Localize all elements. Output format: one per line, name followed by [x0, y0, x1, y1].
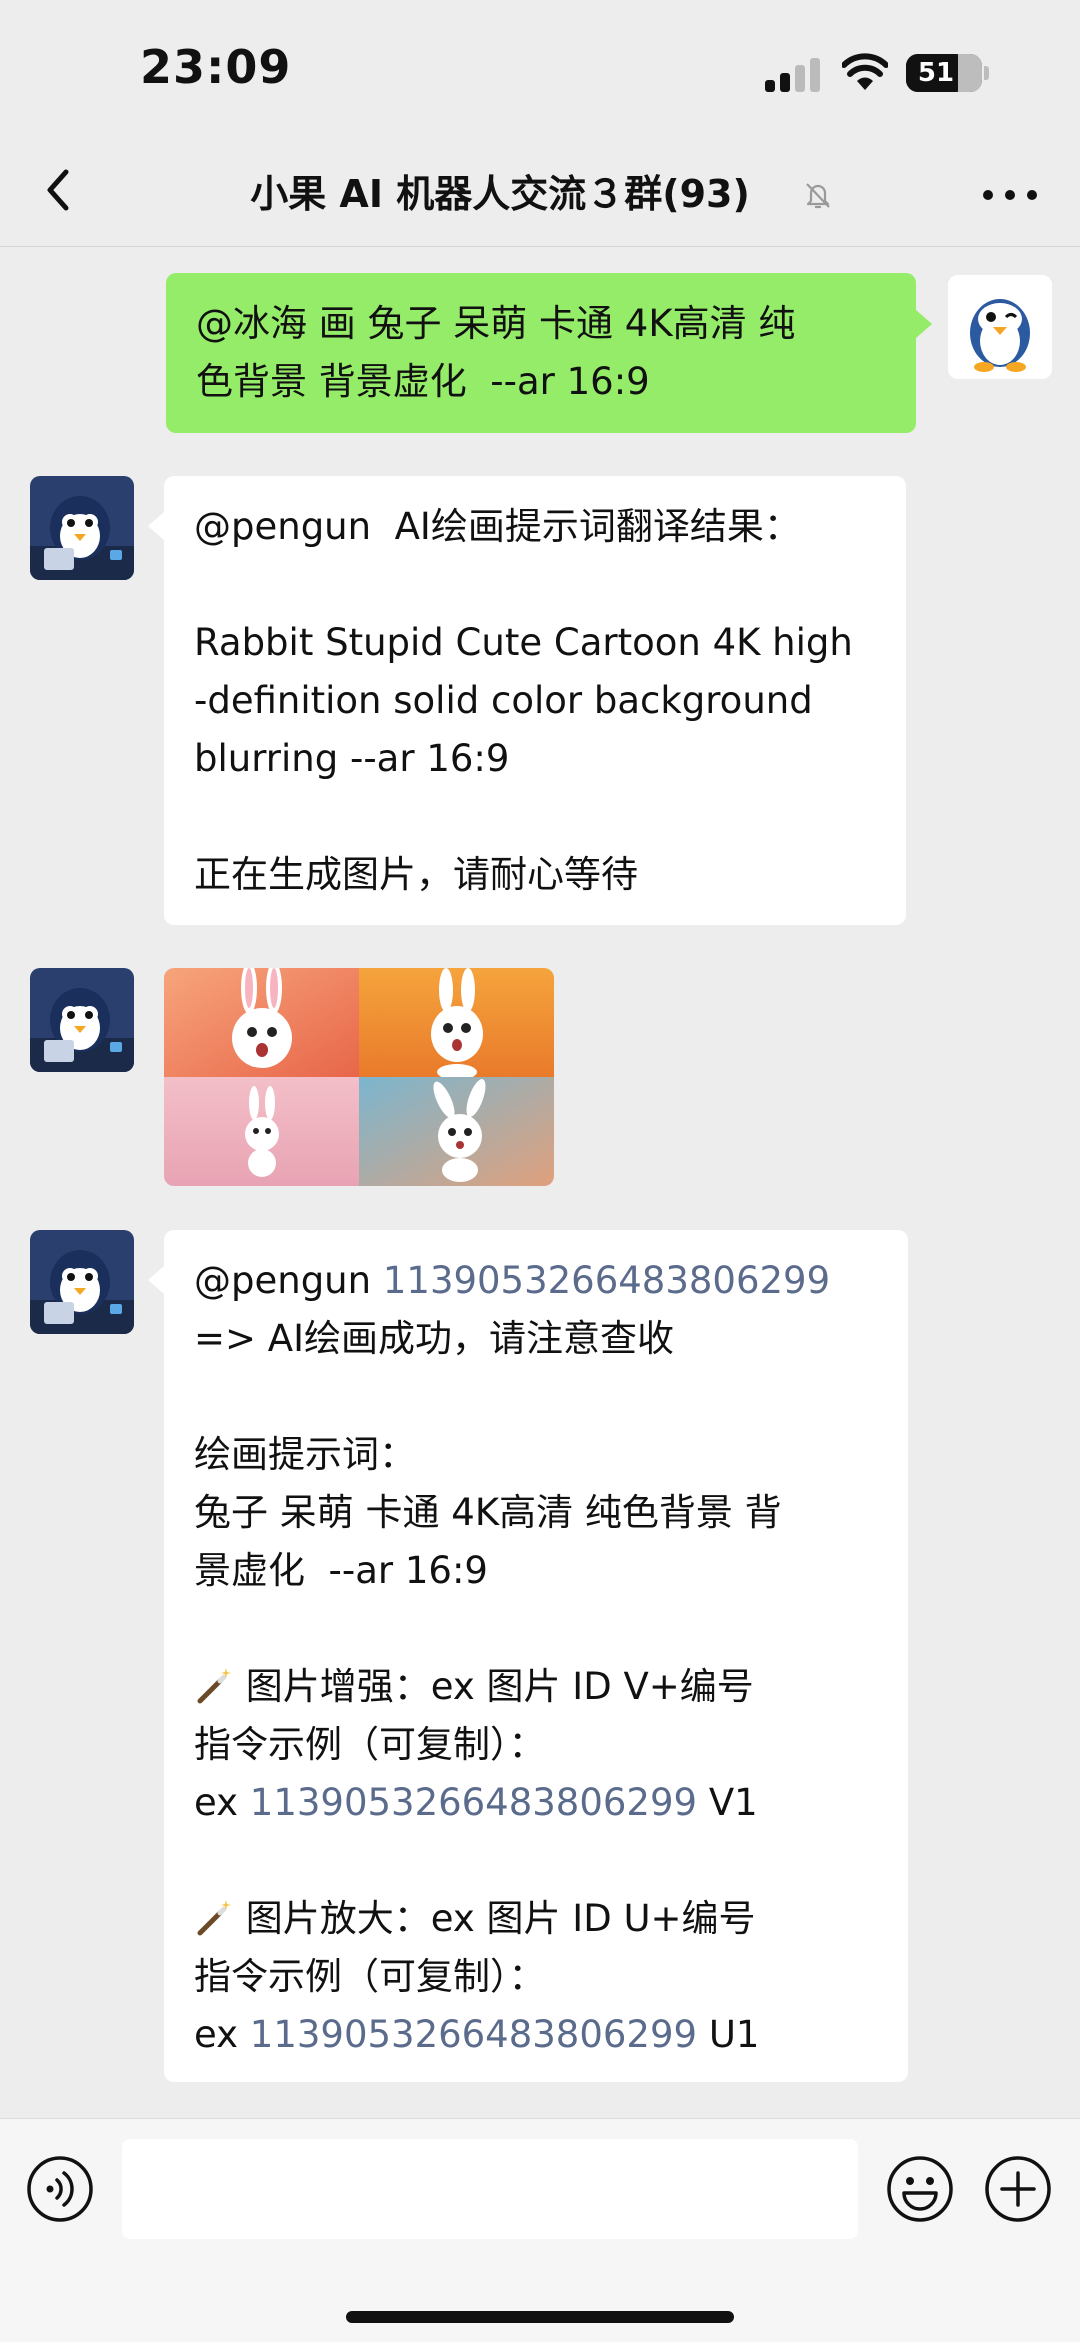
message-bubble-incoming[interactable]: @pengun 1139053266483806299 => AI绘画成功，请注…	[164, 1230, 908, 2082]
bubble-tail	[916, 310, 932, 338]
bell-slash-icon	[806, 183, 830, 209]
command-prefix: ex	[194, 1781, 250, 1824]
battery-level: 51	[917, 58, 955, 88]
message-bubble-outgoing[interactable]: @冰海 画 兔子 呆萌 卡通 4K高清 纯 色背景 背景虚化 --ar 16:9	[166, 273, 916, 433]
rabbit-image-4	[359, 1077, 554, 1186]
battery-indicator: 51	[906, 54, 982, 92]
rabbit-image-1	[164, 968, 359, 1077]
message-line: @冰海 画 兔子 呆萌 卡通 4K高清 纯	[196, 302, 796, 345]
wifi-icon	[842, 53, 888, 90]
message-line: => AI绘画成功，请注意查收	[194, 1317, 674, 1360]
message-line: ex 1139053266483806299 V1	[194, 1774, 878, 1832]
message-line: 图片增强：ex 图片 ID V+编号	[194, 1658, 878, 1716]
chevron-left-icon[interactable]	[30, 160, 90, 220]
image-id-link[interactable]: 1139053266483806299	[250, 1781, 697, 1824]
command-suffix: V1	[697, 1781, 758, 1824]
penguin-bot-avatar-icon	[30, 476, 134, 580]
mention-text: @pengun	[194, 1259, 383, 1302]
command-prefix: ex	[194, 2013, 250, 2056]
rabbit-image-2	[359, 968, 554, 1080]
message-input[interactable]	[122, 2139, 858, 2239]
magic-wand-icon	[197, 1900, 231, 1936]
avatar-self[interactable]	[948, 275, 1052, 379]
cellular-signal-icon	[765, 58, 820, 92]
rabbit-image-3	[164, 1077, 359, 1186]
magic-wand-icon	[197, 1668, 231, 1704]
status-bar: 23:09 51	[0, 0, 1080, 140]
message-line: 图片放大：ex 图片 ID U+编号	[194, 1890, 878, 1948]
nav-bar: 小果 AI 机器人交流３群(93)	[0, 140, 1080, 247]
penguin-bot-avatar-icon	[30, 968, 134, 1072]
chat-title: 小果 AI 机器人交流３群(93)	[250, 172, 750, 216]
upscale-title: 图片放大：ex 图片 ID U+编号	[234, 1897, 756, 1940]
message-line: -definition solid color background	[194, 679, 813, 722]
message-bubble-incoming[interactable]: @pengun AI绘画提示词翻译结果： Rabbit Stupid Cute …	[164, 476, 906, 925]
penguin-bot-avatar-icon	[30, 1230, 134, 1334]
avatar-bot[interactable]	[30, 476, 134, 580]
message-line: Rabbit Stupid Cute Cartoon 4K high	[194, 621, 853, 664]
message-line	[194, 788, 876, 846]
battery-cap	[984, 66, 989, 80]
avatar-bot[interactable]	[30, 1230, 134, 1334]
smiley-icon[interactable]	[886, 2155, 954, 2223]
message-line	[194, 556, 876, 614]
image-id-link[interactable]: 1139053266483806299	[250, 2013, 697, 2056]
message-line: 色背景 背景虚化 --ar 16:9	[196, 360, 650, 403]
home-indicator	[346, 2311, 734, 2323]
message-line: 绘画提示词：	[194, 1433, 416, 1476]
message-line: 指令示例（可复制）：	[194, 1723, 546, 1766]
message-line: 景虚化 --ar 16:9	[194, 1549, 488, 1592]
command-suffix: U1	[697, 2013, 760, 2056]
input-bar	[0, 2118, 1080, 2342]
message-line: 指令示例（可复制）：	[194, 1955, 546, 1998]
voice-icon[interactable]	[26, 2155, 94, 2223]
message-line: ex 1139053266483806299 U1	[194, 2006, 878, 2064]
message-line: blurring --ar 16:9	[194, 737, 510, 780]
avatar-bot[interactable]	[30, 968, 134, 1072]
message-line: 正在生成图片，请耐心等待	[194, 853, 638, 896]
generated-image-grid[interactable]	[164, 968, 554, 1186]
enhance-title: 图片增强：ex 图片 ID V+编号	[234, 1665, 754, 1708]
message-line: @pengun 1139053266483806299	[194, 1252, 878, 1310]
plus-circle-icon[interactable]	[984, 2155, 1052, 2223]
ellipsis-icon[interactable]	[975, 170, 1045, 220]
bubble-tail	[148, 1266, 164, 1294]
message-line: 兔子 呆萌 卡通 4K高清 纯色背景 背	[194, 1491, 782, 1534]
penguin-avatar-icon	[948, 275, 1052, 379]
image-id-link[interactable]: 1139053266483806299	[383, 1259, 830, 1302]
status-time: 23:09	[140, 40, 292, 94]
bubble-tail	[148, 512, 164, 540]
message-line: @pengun AI绘画提示词翻译结果：	[194, 505, 801, 548]
